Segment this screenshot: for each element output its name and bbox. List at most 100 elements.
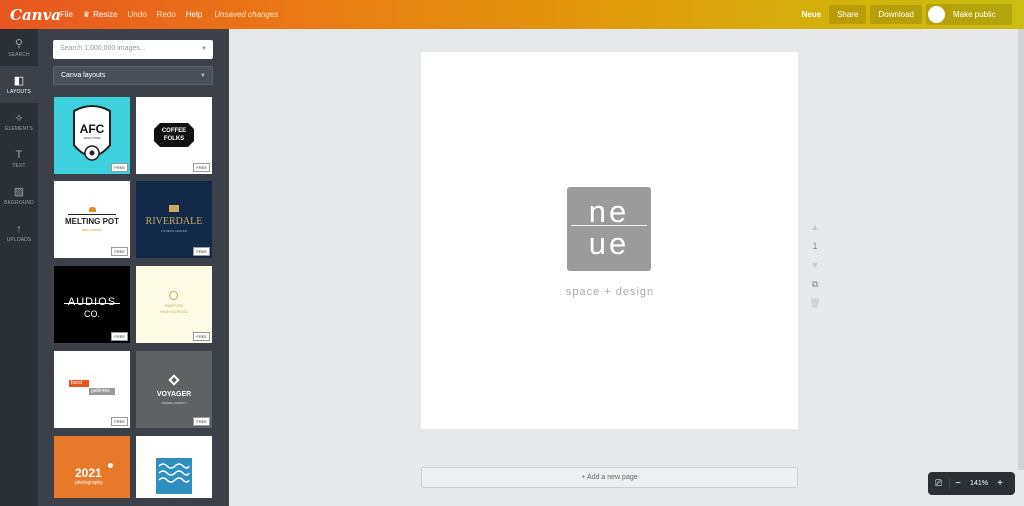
logo-text-top: ne [588, 194, 630, 229]
tile-coffee-sub: FOLKS [163, 136, 185, 142]
tile-melting-sub: RESTAURANT [81, 228, 103, 232]
zoom-bar: ⎚ − 141% + [928, 472, 1015, 495]
tile-burst-title: burst [69, 380, 89, 387]
tile-riverdale-title: RIVERDALE [145, 216, 203, 227]
layout-tile-audios[interactable]: AUDIOS CO. FREE [54, 266, 130, 343]
elements-icon: ⟡ [15, 111, 23, 124]
make-public-label: Make public [953, 10, 996, 19]
arrow-down-icon[interactable]: ▼ [808, 256, 822, 275]
strike-line [64, 303, 120, 304]
uploads-icon: ↑ [16, 222, 22, 235]
tile-voyager-sub: TRAVEL AGENCY [161, 401, 187, 405]
add-page-button[interactable]: + Add a new page [421, 467, 798, 488]
vertical-scrollbar[interactable] [1018, 29, 1024, 470]
free-badge: FREE [111, 417, 128, 426]
tile-voyager-title: VOYAGER [156, 391, 192, 398]
search-placeholder: Search 1,000,000 images... [60, 45, 146, 52]
arrow-up-icon[interactable]: ▲ [808, 218, 822, 237]
dot-icon [108, 463, 113, 468]
rail-label-background: BKGROUND [4, 199, 34, 206]
book-icon [169, 205, 179, 212]
design-title[interactable]: Neue [802, 10, 822, 19]
trash-icon[interactable]: 🗑 [808, 294, 822, 313]
rail-label-layouts: LAYOUTS [7, 88, 31, 95]
make-public-toggle[interactable]: Make public [926, 4, 1012, 25]
crest-icon [169, 291, 178, 300]
present-icon[interactable]: ⎚ [928, 478, 950, 489]
tile-audios-title: AUDIOS [67, 296, 117, 308]
tile-burst-sub: galleries [89, 388, 115, 395]
tile-photo-sub: photography [75, 480, 103, 486]
search-icon: ⚲ [14, 37, 24, 50]
menu-resize-label: Resize [93, 10, 118, 19]
rail-label-text: TEXT [12, 162, 26, 169]
zoom-in-button[interactable]: + [992, 478, 1008, 489]
layout-tile-swifton[interactable]: SWIFTON HIGH SCHOOL FREE [136, 266, 212, 343]
free-badge: FREE [193, 163, 210, 172]
rail-item-text[interactable]: T TEXT [0, 140, 38, 177]
free-badge: FREE [193, 247, 210, 256]
zoom-level[interactable]: 141% [966, 480, 992, 487]
tile-riverdale-sub: FITNESS CENTER [161, 229, 187, 233]
page-tools: ▲ 1 ▼ ⧉ 🗑 [808, 218, 822, 313]
rail-item-elements[interactable]: ⟡ ELEMENTS [0, 103, 38, 140]
compass-icon [168, 374, 180, 386]
rail-label-search: SEARCH [8, 51, 30, 58]
save-status: Unsaved changes [214, 10, 279, 19]
logo-text-bottom: ue [588, 226, 630, 261]
layouts-panel: Search 1,000,000 images... ▼ Canva layou… [38, 29, 229, 506]
toggle-knob [928, 6, 945, 23]
layout-tile-riverdale[interactable]: RIVERDALE FITNESS CENTER FREE [136, 181, 212, 258]
menu-resize[interactable]: ♛ Resize [83, 10, 118, 19]
top-bar: Canva File ♛ Resize Undo Redo Help Unsav… [0, 0, 1024, 29]
image-search-input[interactable]: Search 1,000,000 images... ▼ [53, 40, 213, 59]
tagline-text[interactable]: space + design [540, 286, 680, 298]
neue-logo[interactable]: ne ue [567, 187, 651, 271]
page-number: 1 [812, 241, 818, 251]
layouts-icon: ◧ [13, 74, 25, 87]
rail-item-uploads[interactable]: ↑ UPLOADS [0, 214, 38, 251]
background-icon: ▨ [13, 185, 25, 198]
share-button[interactable]: Share [829, 5, 867, 24]
free-badge: FREE [193, 417, 210, 426]
waves-icon [156, 458, 192, 494]
layouts-dropdown[interactable]: Canva layouts ▼ [53, 66, 213, 85]
tile-audios-sub: CO. [83, 309, 100, 319]
layout-tile-photography[interactable]: 2021 photography [54, 436, 130, 498]
layout-tile-burst[interactable]: burst galleries FREE [54, 351, 130, 428]
layout-tile-afc[interactable]: AFC WOLFTONE FREE [54, 97, 130, 174]
divider [68, 214, 116, 215]
tile-afc-title: AFC [79, 122, 105, 136]
layout-tile-melting-pot[interactable]: MELTING POT RESTAURANT FREE [54, 181, 130, 258]
free-badge: FREE [111, 332, 128, 341]
chevron-down-icon: ▼ [200, 73, 206, 79]
dropdown-value: Canva layouts [61, 72, 106, 79]
download-button[interactable]: Download [870, 5, 922, 24]
rail-item-search[interactable]: ⚲ SEARCH [0, 29, 38, 66]
text-icon: T [15, 148, 23, 161]
menu-undo[interactable]: Undo [128, 10, 147, 19]
layout-tile-voyager[interactable]: VOYAGER TRAVEL AGENCY FREE [136, 351, 212, 428]
pot-icon [89, 207, 96, 212]
canva-logo[interactable]: Canva [10, 6, 61, 24]
rail-item-background[interactable]: ▨ BKGROUND [0, 177, 38, 214]
layout-tile-coffee-folks[interactable]: COFFEE FOLKS FREE [136, 97, 212, 174]
tile-photo-title: 2021 [75, 466, 102, 480]
rail-label-uploads: UPLOADS [6, 236, 32, 243]
rail-item-layouts[interactable]: ◧ LAYOUTS [0, 66, 38, 103]
rail-label-elements: ELEMENTS [5, 125, 33, 132]
tile-melting-title: MELTING POT [64, 217, 120, 226]
layout-tile-waves[interactable] [136, 436, 212, 498]
duplicate-icon[interactable]: ⧉ [808, 275, 822, 294]
menu-redo[interactable]: Redo [157, 10, 176, 19]
tile-swifton-title: SWIFTON [164, 303, 184, 308]
menu-file[interactable]: File [60, 10, 73, 19]
free-badge: FREE [193, 332, 210, 341]
free-badge: FREE [111, 247, 128, 256]
tile-coffee-title: COFFEE [161, 128, 187, 134]
zoom-out-button[interactable]: − [950, 478, 966, 489]
menu-help[interactable]: Help [186, 10, 202, 19]
chevron-down-icon: ▼ [201, 46, 207, 52]
tile-swifton-sub: HIGH SCHOOL [159, 309, 188, 314]
crown-icon: ♛ [82, 10, 91, 19]
